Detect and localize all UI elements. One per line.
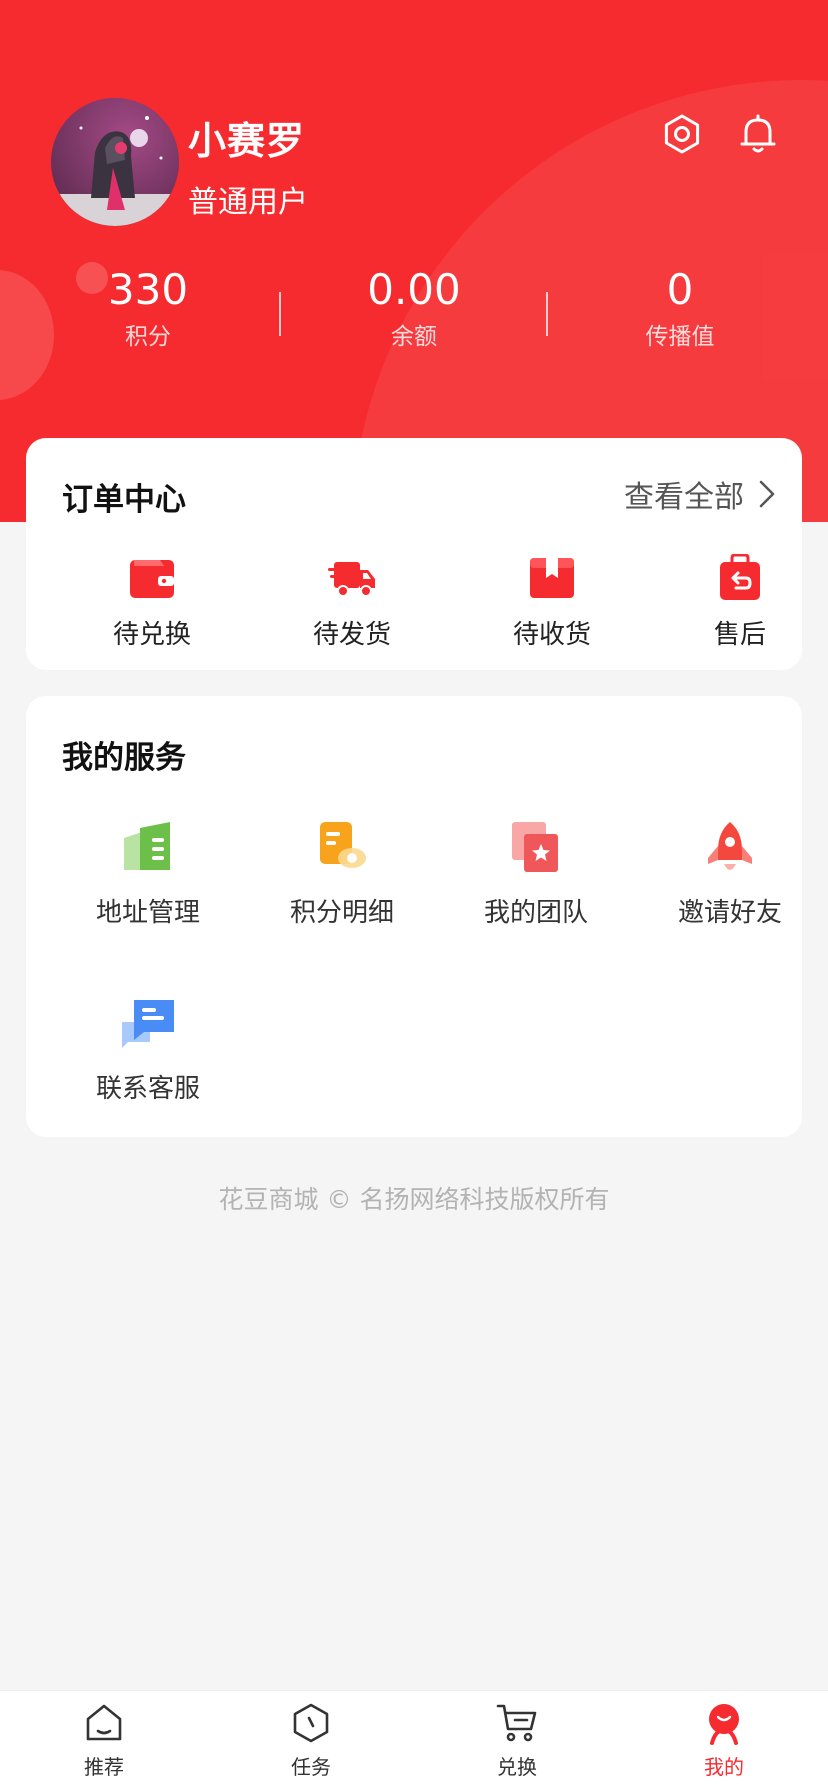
service-label: 地址管理 (95, 898, 200, 928)
order-pending-exchange[interactable]: 待兑换 (82, 554, 222, 651)
service-my-team[interactable]: 我的团队 (446, 820, 626, 929)
order-after-sales[interactable]: 售后 (670, 554, 810, 651)
chat-bubble-icon (122, 1000, 174, 1048)
service-address-management[interactable]: 地址管理 (58, 820, 238, 929)
address-book-icon (124, 822, 170, 870)
points-detail-icon (320, 822, 366, 868)
stat-value: 0.00 (367, 265, 461, 314)
profile-mascot-icon (709, 1704, 739, 1745)
stat-spread-value[interactable]: 0 传播值 (580, 262, 780, 356)
team-icon (512, 822, 558, 872)
order-item-label: 待发货 (312, 620, 391, 650)
stat-divider (279, 292, 281, 336)
stats-row: 330 积分 0.00 余额 0 传播值 (0, 262, 828, 362)
wallet-icon (130, 560, 174, 598)
tab-label: 我的 (704, 1755, 744, 1779)
copyright-note: 花豆商城 © 名扬网络科技版权所有 (218, 1185, 610, 1214)
home-icon (86, 1704, 122, 1741)
bottom-tab-bar: 推荐 任务 兑换 我的 (0, 1690, 828, 1792)
stat-label: 积分 (125, 324, 171, 350)
stat-divider (546, 292, 548, 336)
view-all-label: 查看全部 (624, 480, 744, 515)
delivery-truck-icon (328, 562, 375, 597)
package-box-icon (530, 558, 574, 598)
tab-tasks[interactable]: 任务 (251, 1701, 371, 1780)
view-all-orders-link[interactable]: 查看全部 (624, 474, 776, 515)
avatar[interactable] (51, 98, 179, 226)
tab-label: 兑换 (497, 1755, 537, 1779)
service-invite-friends[interactable]: 邀请好友 (640, 820, 820, 929)
tab-label: 推荐 (84, 1755, 124, 1779)
task-hexagon-icon (293, 1703, 329, 1743)
chevron-right-icon (759, 480, 775, 508)
order-item-label: 售后 (713, 620, 766, 650)
cart-icon (496, 1704, 537, 1742)
stat-value: 0 (666, 265, 694, 314)
tab-recommend[interactable]: 推荐 (44, 1701, 164, 1780)
gear-icon[interactable] (660, 112, 704, 156)
profile-page: 小赛罗 普通用户 330 积分 0.00 余额 0 传播值 订单中心 查看全部 … (0, 0, 828, 1792)
my-services-title: 我的服务 (62, 740, 186, 776)
bell-icon[interactable] (736, 112, 780, 156)
service-contact-support[interactable]: 联系客服 (58, 996, 238, 1105)
stat-label: 传播值 (645, 324, 715, 350)
stat-balance[interactable]: 0.00 余额 (314, 262, 514, 356)
service-label: 我的团队 (483, 898, 588, 928)
service-label: 联系客服 (95, 1074, 200, 1104)
user-name: 小赛罗 (188, 119, 306, 163)
my-services-card: 我的服务 地址管理 积分明细 我的团队 邀请好友 联系客服 (26, 696, 802, 1137)
order-center-title: 订单中心 (62, 482, 186, 518)
tab-exchange[interactable]: 兑换 (457, 1701, 577, 1780)
stat-points[interactable]: 330 积分 (48, 262, 248, 356)
tab-mine[interactable]: 我的 (664, 1701, 784, 1780)
order-pending-shipment[interactable]: 待发货 (282, 554, 422, 651)
order-center-card: 订单中心 查看全部 待兑换 待发货 待收货 售后 (26, 438, 802, 670)
order-item-label: 待收货 (512, 620, 591, 650)
order-item-label: 待兑换 (112, 620, 191, 650)
tab-label: 任务 (291, 1755, 331, 1779)
order-pending-receipt[interactable]: 待收货 (482, 554, 622, 651)
service-label: 邀请好友 (677, 898, 782, 928)
service-label: 积分明细 (289, 898, 394, 928)
return-bag-icon (720, 554, 760, 600)
rocket-icon (708, 822, 752, 870)
stat-label: 余额 (391, 324, 437, 350)
service-points-detail[interactable]: 积分明细 (252, 820, 432, 929)
user-level: 普通用户 (188, 185, 308, 220)
stat-value: 330 (107, 265, 189, 314)
